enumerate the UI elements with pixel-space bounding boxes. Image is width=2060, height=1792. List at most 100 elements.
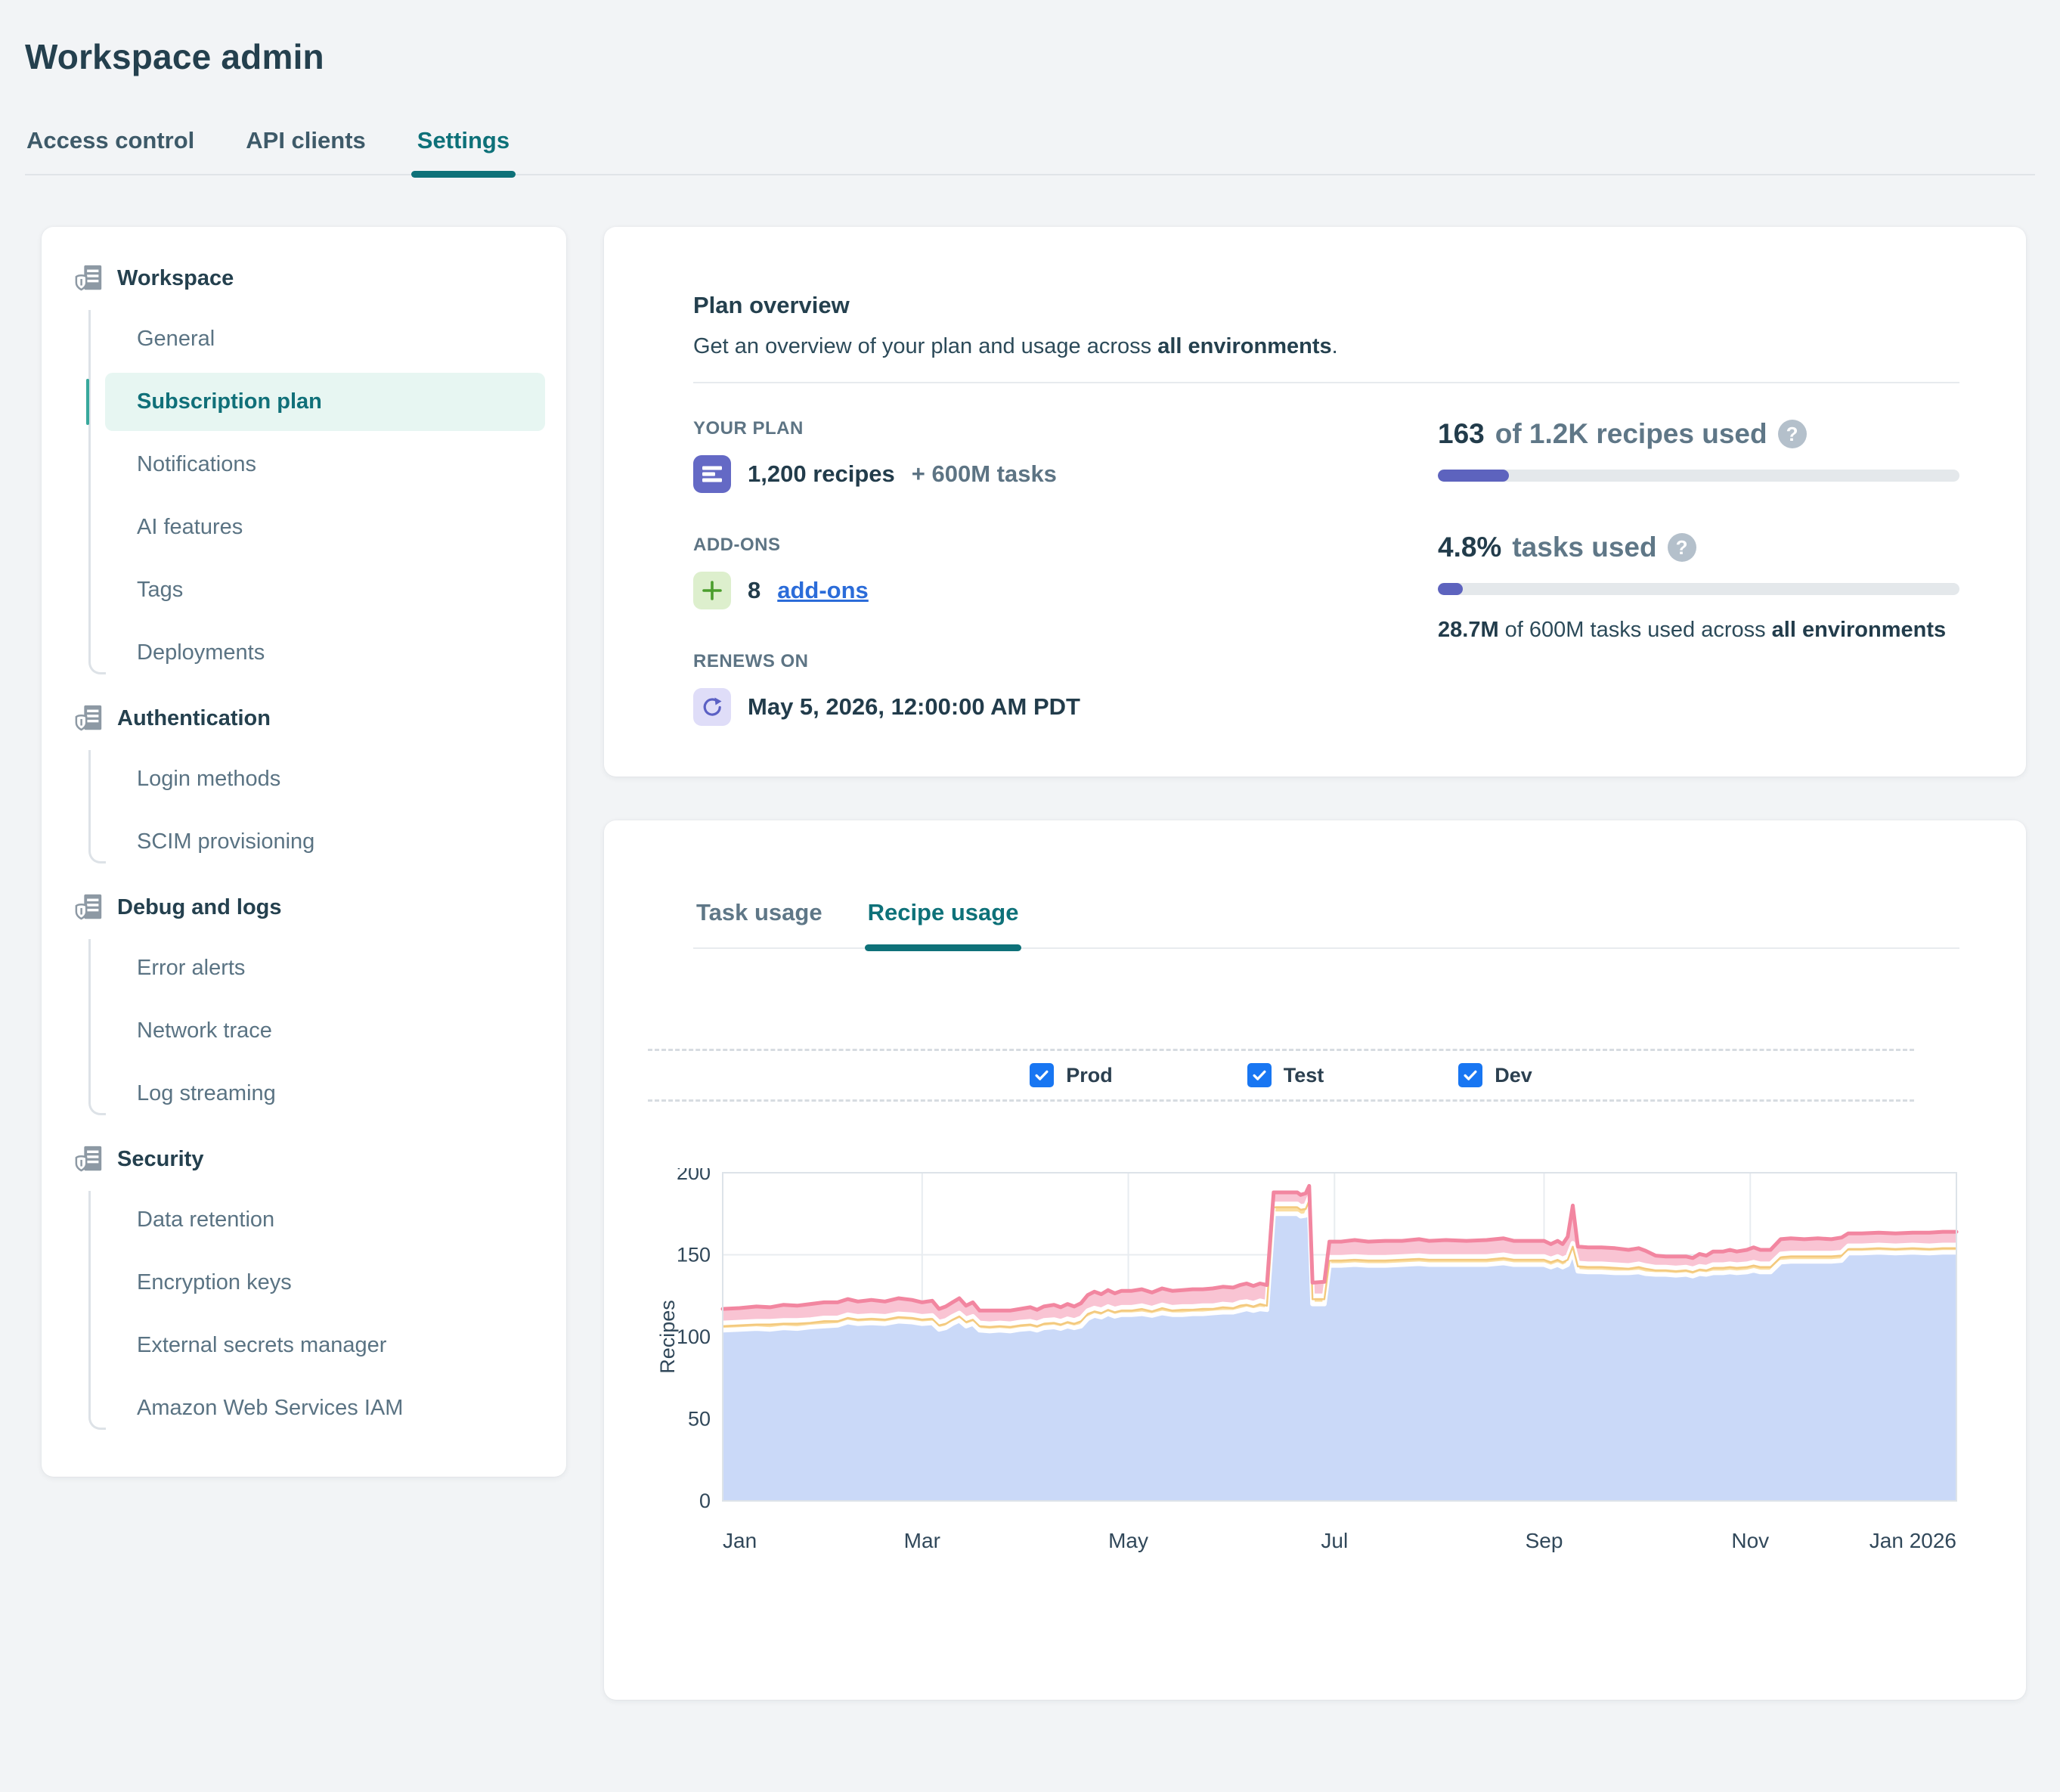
sidebar-item-aws-iam[interactable]: Amazon Web Services IAM — [105, 1379, 545, 1437]
tasks-progress-fill — [1438, 583, 1463, 595]
sidebar-items-security: Data retention Encryption keys External … — [88, 1191, 551, 1437]
recipes-used-value: 163 — [1438, 418, 1485, 450]
org-building-shield-icon — [73, 892, 105, 922]
caption-bold: all environments — [1772, 618, 1946, 642]
sidebar-item-subscription-plan[interactable]: Subscription plan — [105, 373, 545, 431]
check-icon — [1251, 1067, 1268, 1084]
caption-bold: 28.7M — [1438, 618, 1499, 642]
usage-card: Task usage Recipe usage Prod — [604, 820, 2026, 1700]
help-icon[interactable]: ? — [1668, 533, 1696, 562]
recipe-usage-chart: 050100150200RecipesJanMarMayJulSepNovJan… — [659, 1168, 1959, 1586]
desc-period: . — [1332, 334, 1338, 358]
svg-text:Nov: Nov — [1731, 1529, 1769, 1552]
sidebar-section-label: Security — [117, 1147, 203, 1172]
tasks-progress-track — [1438, 583, 1959, 595]
plan-tasks-extra: + 600M tasks — [912, 460, 1057, 488]
tasks-used-value: 4.8% — [1438, 532, 1501, 563]
test-checkbox[interactable] — [1247, 1063, 1272, 1087]
org-building-shield-icon — [73, 1144, 105, 1174]
dev-checkbox[interactable] — [1458, 1063, 1482, 1087]
sidebar-item-notifications[interactable]: Notifications — [105, 436, 545, 494]
check-icon — [1462, 1067, 1479, 1084]
svg-text:200: 200 — [677, 1168, 711, 1184]
settings-sidebar: Workspace General Subscription plan Noti… — [42, 227, 566, 1477]
sidebar-item-error-alerts[interactable]: Error alerts — [105, 939, 545, 997]
sidebar-item-tags[interactable]: Tags — [105, 561, 545, 619]
sidebar-section-debug-logs: Debug and logs — [73, 876, 551, 939]
svg-text:Recipes: Recipes — [659, 1300, 679, 1374]
svg-text:100: 100 — [677, 1325, 711, 1348]
svg-text:May: May — [1108, 1529, 1148, 1552]
recipes-progress-fill — [1438, 470, 1509, 482]
legend-test[interactable]: Test — [1247, 1063, 1324, 1087]
tab-access-control[interactable]: Access control — [25, 127, 196, 174]
sidebar-section-label: Authentication — [117, 706, 271, 731]
sidebar-section-authentication: Authentication — [73, 687, 551, 750]
sidebar-section-workspace: Workspace — [73, 246, 551, 310]
svg-text:50: 50 — [688, 1408, 711, 1431]
add-ons-count: 8 — [748, 577, 760, 604]
renew-refresh-icon — [693, 688, 731, 726]
tab-api-clients[interactable]: API clients — [244, 127, 367, 174]
tab-settings[interactable]: Settings — [416, 127, 511, 174]
svg-text:Mar: Mar — [904, 1529, 940, 1552]
workspace-admin-page: Workspace admin Access control API clien… — [0, 0, 2060, 1745]
renews-on-label: RENEWS ON — [693, 651, 1438, 672]
svg-text:0: 0 — [699, 1490, 711, 1512]
sidebar-item-data-retention[interactable]: Data retention — [105, 1191, 545, 1249]
sidebar-item-deployments[interactable]: Deployments — [105, 624, 545, 682]
your-plan-label: YOUR PLAN — [693, 418, 1438, 439]
tasks-caption: 28.7M of 600M tasks used across all envi… — [1438, 618, 1959, 643]
svg-text:Jan: Jan — [723, 1529, 757, 1552]
help-icon[interactable]: ? — [1778, 420, 1807, 448]
sidebar-section-security: Security — [73, 1127, 551, 1191]
prod-checkbox[interactable] — [1030, 1063, 1054, 1087]
sidebar-item-general[interactable]: General — [105, 310, 545, 368]
legend-dev[interactable]: Dev — [1458, 1063, 1532, 1087]
sidebar-item-login-methods[interactable]: Login methods — [105, 750, 545, 808]
recipes-progress-track — [1438, 470, 1959, 482]
plan-overview-description: Get an overview of your plan and usage a… — [693, 334, 1959, 359]
tasks-used-stat: 4.8% tasks used ? — [1438, 532, 1959, 563]
check-icon — [1033, 1067, 1050, 1084]
org-building-shield-icon — [73, 703, 105, 733]
recipes-doc-icon — [693, 455, 731, 493]
desc-text: Get an overview of your plan and usage a… — [693, 334, 1157, 358]
sidebar-items-debug-logs: Error alerts Network trace Log streaming — [88, 939, 551, 1123]
top-tab-bar: Access control API clients Settings — [25, 127, 2035, 175]
sidebar-items-authentication: Login methods SCIM provisioning — [88, 750, 551, 871]
page-title: Workspace admin — [25, 36, 2060, 77]
plan-overview-card: Plan overview Get an overview of your pl… — [604, 227, 2026, 777]
plan-divider — [693, 382, 1959, 383]
sidebar-item-network-trace[interactable]: Network trace — [105, 1002, 545, 1060]
legend-label: Test — [1284, 1064, 1324, 1087]
recipes-used-text: of 1.2K recipes used — [1495, 418, 1767, 450]
usage-tab-bar: Task usage Recipe usage — [693, 899, 1959, 949]
add-ons-link[interactable]: add-ons — [777, 577, 869, 604]
plan-recipes-value: 1,200 recipes — [748, 460, 895, 488]
tasks-used-text: tasks used — [1512, 532, 1656, 563]
desc-bold: all environments — [1157, 334, 1331, 358]
legend-label: Prod — [1066, 1064, 1113, 1087]
sidebar-item-scim-provisioning[interactable]: SCIM provisioning — [105, 813, 545, 871]
sidebar-item-ai-features[interactable]: AI features — [105, 498, 545, 557]
plan-overview-title: Plan overview — [693, 292, 1959, 319]
legend-prod[interactable]: Prod — [1030, 1063, 1113, 1087]
sidebar-item-external-secrets-manager[interactable]: External secrets manager — [105, 1316, 545, 1375]
svg-text:Jan 2026: Jan 2026 — [1869, 1529, 1956, 1552]
org-building-shield-icon — [73, 263, 105, 293]
tab-task-usage[interactable]: Task usage — [693, 899, 826, 947]
plus-icon — [693, 572, 731, 609]
legend-label: Dev — [1495, 1064, 1532, 1087]
recipes-used-stat: 163 of 1.2K recipes used ? — [1438, 418, 1959, 450]
sidebar-items-workspace: General Subscription plan Notifications … — [88, 310, 551, 682]
caption-text: of 600M tasks used across — [1499, 618, 1772, 642]
tab-recipe-usage[interactable]: Recipe usage — [865, 899, 1022, 947]
sidebar-item-encryption-keys[interactable]: Encryption keys — [105, 1254, 545, 1312]
environment-legend: Prod Test — [648, 1049, 1914, 1102]
sidebar-section-label: Debug and logs — [117, 895, 282, 920]
add-ons-label: ADD-ONS — [693, 535, 1438, 556]
svg-text:Sep: Sep — [1526, 1529, 1563, 1552]
sidebar-item-log-streaming[interactable]: Log streaming — [105, 1065, 545, 1123]
svg-text:Jul: Jul — [1321, 1529, 1348, 1552]
